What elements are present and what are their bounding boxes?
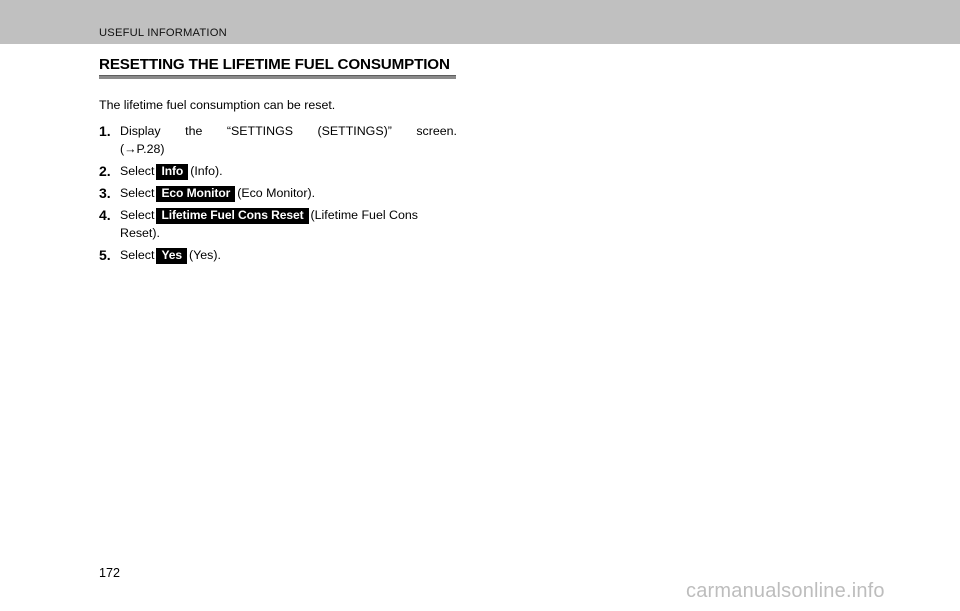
page-number: 172 bbox=[99, 566, 121, 580]
button-chip-eco-monitor[interactable]: Eco Monitor bbox=[156, 185, 236, 203]
step-4-prefix: Select bbox=[120, 207, 155, 222]
step-2-suffix: (Info). bbox=[190, 163, 223, 178]
step-text: Display the “SETTINGS (SETTINGS)” screen… bbox=[120, 123, 457, 159]
button-chip-lifetime-fuel-cons-reset[interactable]: Lifetime Fuel Cons Reset bbox=[156, 207, 309, 225]
step-number: 1. bbox=[99, 122, 111, 139]
page-reference-link[interactable]: (→P.28) bbox=[120, 142, 165, 156]
procedure-step-1: 1. Display the “SETTINGS (SETTINGS)” scr… bbox=[99, 123, 457, 159]
page-title: RESETTING THE LIFETIME FUEL CONSUMPTION bbox=[99, 56, 450, 73]
procedure-step-5: 5. Select Yes (Yes). bbox=[99, 247, 457, 265]
site-watermark: carmanualsonline.info bbox=[686, 580, 885, 602]
running-header-title: USEFUL INFORMATION bbox=[99, 27, 227, 39]
button-chip-yes[interactable]: Yes bbox=[156, 247, 187, 265]
step-text: Select Yes (Yes). bbox=[120, 247, 457, 265]
button-chip-info[interactable]: Info bbox=[156, 163, 189, 181]
heading-underline-rule bbox=[99, 74, 456, 79]
step-3-prefix: Select bbox=[120, 185, 155, 200]
step-number: 3. bbox=[99, 184, 111, 201]
intro-paragraph: The lifetime fuel consumption can be res… bbox=[99, 98, 336, 112]
step-1-line-1: Display the “SETTINGS (SETTINGS)” screen… bbox=[120, 123, 457, 138]
procedure-step-4: 4. Select Lifetime Fuel Cons Reset (Lifeti… bbox=[99, 207, 457, 243]
step-text: Select Eco Monitor (Eco Monitor). bbox=[120, 185, 457, 203]
step-3-suffix: (Eco Monitor). bbox=[237, 185, 316, 200]
step-number: 4. bbox=[99, 206, 111, 223]
procedure-step-2: 2. Select Info (Info). bbox=[99, 163, 457, 181]
procedure-step-3: 3. Select Eco Monitor (Eco Monitor). bbox=[99, 185, 457, 203]
step-number: 2. bbox=[99, 162, 111, 179]
step-5-suffix: (Yes). bbox=[189, 247, 221, 262]
section-heading-block: RESETTING THE LIFETIME FUEL CONSUMPTION bbox=[99, 57, 456, 79]
step-2-prefix: Select bbox=[120, 163, 155, 178]
step-text: Select Info (Info). bbox=[120, 163, 457, 181]
instruction-content: The lifetime fuel consumption can be res… bbox=[99, 97, 457, 269]
step-number: 5. bbox=[99, 246, 111, 263]
step-text: Select Lifetime Fuel Cons Reset (Lifetime … bbox=[120, 207, 457, 243]
step-5-prefix: Select bbox=[120, 247, 155, 262]
